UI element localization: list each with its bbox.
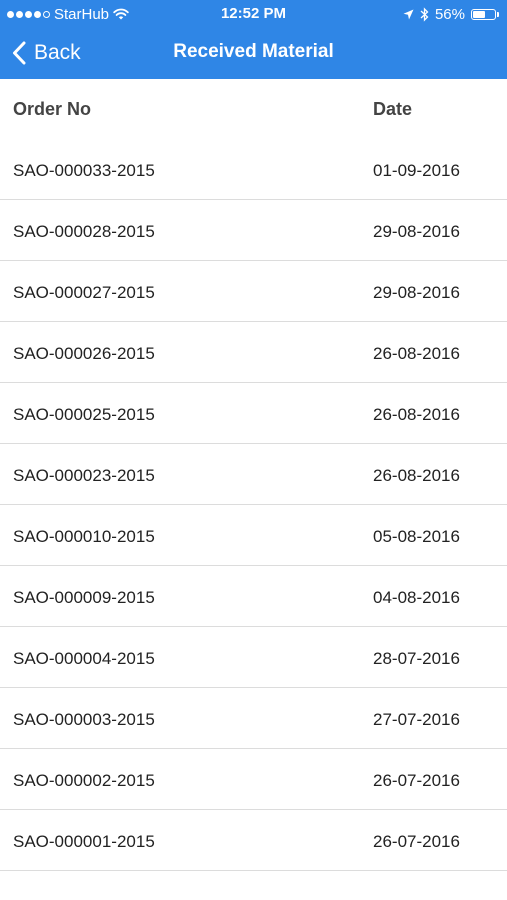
page-title: Received Material (173, 41, 334, 62)
table-row[interactable]: SAO-000023-2015 26-08-2016 (0, 444, 507, 505)
battery-icon (471, 8, 496, 20)
header: StarHub 12:52 PM 56% Back Received Mater… (0, 0, 507, 79)
table-row[interactable]: SAO-000003-2015 27-07-2016 (0, 688, 507, 749)
location-arrow-icon (403, 9, 414, 19)
table-header: Order No Date (0, 79, 507, 139)
order-date: 29-08-2016 (373, 283, 460, 302)
order-number: SAO-000001-2015 (13, 832, 155, 851)
order-number: SAO-000009-2015 (13, 588, 155, 607)
table-row[interactable]: SAO-000009-2015 04-08-2016 (0, 566, 507, 627)
bluetooth-icon (420, 6, 429, 22)
table-row[interactable]: SAO-000001-2015 26-07-2016 (0, 810, 507, 871)
order-number: SAO-000027-2015 (13, 283, 155, 302)
screen: StarHub 12:52 PM 56% Back Received Mater… (0, 0, 507, 900)
table-row[interactable]: SAO-000027-2015 29-08-2016 (0, 261, 507, 322)
order-number: SAO-000004-2015 (13, 649, 155, 668)
order-number: SAO-000023-2015 (13, 466, 155, 485)
nav-bar: Back Received Material (0, 28, 507, 79)
order-date: 28-07-2016 (373, 649, 460, 668)
orders-table: Order No Date SAO-000033-2015 01-09-2016 S… (0, 79, 507, 871)
order-date: 01-09-2016 (373, 161, 460, 180)
table-row[interactable]: SAO-000033-2015 01-09-2016 (0, 139, 507, 200)
battery-fill (473, 10, 485, 18)
order-number: SAO-000003-2015 (13, 710, 155, 729)
status-right: 56% (403, 4, 499, 24)
order-number: SAO-000025-2015 (13, 405, 155, 424)
order-number: SAO-000033-2015 (13, 161, 155, 180)
order-number: SAO-000026-2015 (13, 344, 155, 363)
order-date: 27-07-2016 (373, 710, 460, 729)
table-row[interactable]: SAO-000002-2015 26-07-2016 (0, 749, 507, 810)
order-date: 29-08-2016 (373, 222, 460, 241)
table-row[interactable]: SAO-000026-2015 26-08-2016 (0, 322, 507, 383)
table-row[interactable]: SAO-000028-2015 29-08-2016 (0, 200, 507, 261)
order-number: SAO-000002-2015 (13, 771, 155, 790)
order-date: 26-08-2016 (373, 344, 460, 363)
order-number: SAO-000028-2015 (13, 222, 155, 241)
table-row[interactable]: SAO-000010-2015 05-08-2016 (0, 505, 507, 566)
order-date: 26-07-2016 (373, 832, 460, 851)
order-date: 04-08-2016 (373, 588, 460, 607)
battery-percent: 56% (434, 5, 465, 23)
status-bar: StarHub 12:52 PM 56% (0, 0, 507, 28)
battery-nub (497, 11, 499, 17)
header-date: Date (373, 99, 413, 119)
table-body: SAO-000033-2015 01-09-2016 SAO-000028-2015… (0, 139, 507, 871)
order-date: 26-08-2016 (373, 405, 460, 424)
table-row[interactable]: SAO-000004-2015 28-07-2016 (0, 627, 507, 688)
order-date: 26-07-2016 (373, 771, 460, 790)
header-order-no: Order No (13, 99, 92, 119)
order-number: SAO-000010-2015 (13, 527, 155, 546)
order-date: 26-08-2016 (373, 466, 460, 485)
order-date: 05-08-2016 (373, 527, 460, 546)
table-row[interactable]: SAO-000025-2015 26-08-2016 (0, 383, 507, 444)
